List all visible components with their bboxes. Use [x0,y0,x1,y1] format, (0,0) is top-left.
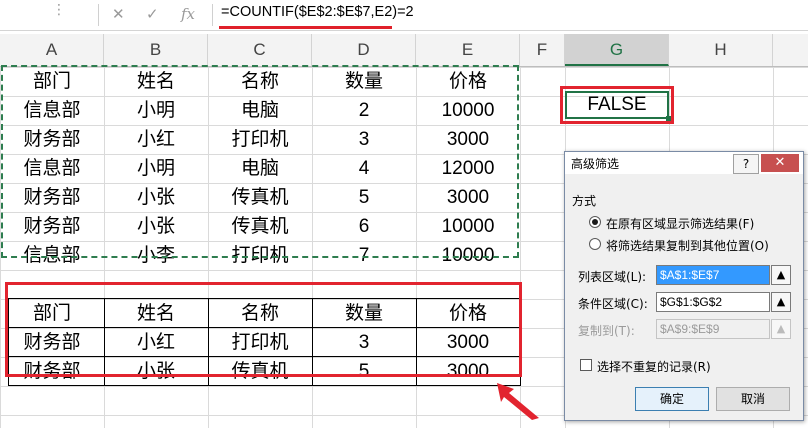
copy-to-collapse-button[interactable]: ▲ [771,319,791,339]
red-arrow-icon [497,383,539,420]
list-range-input[interactable]: $A$1:$E$7 [656,265,770,285]
radio-copy-to-location[interactable] [589,238,601,250]
column-header-b[interactable]: B [104,34,208,66]
result-table-border [8,385,520,386]
column-header-g[interactable]: G [565,34,669,66]
column-headers: A B C D E F G H [0,34,808,67]
filter-result-highlight [5,282,522,377]
formula-bar: ⋮ ✕ ✓ fx =COUNTIF($E$2:$E$7,E2)=2 [0,0,808,31]
dialog-title: 高级筛选 [571,157,620,171]
unique-records-label[interactable]: 选择不重复的记录(R) [597,358,711,375]
close-icon[interactable]: ✕ [761,154,799,172]
column-header-h[interactable]: H [669,34,773,66]
column-header-e[interactable]: E [416,34,520,66]
fill-handle[interactable] [666,116,671,121]
column-header-d[interactable]: D [312,34,416,66]
help-icon[interactable]: ? [733,154,759,174]
dialog-title-bar: 高级筛选 ? ✕ [565,152,803,174]
radio-filter-in-place[interactable] [589,216,601,228]
more-options-icon[interactable]: ⋮ [52,2,66,18]
criteria-cell-g2[interactable]: FALSE [565,91,669,119]
enter-icon[interactable]: ✓ [146,5,159,23]
cancel-icon[interactable]: ✕ [112,5,125,23]
unique-records-checkbox[interactable] [580,359,592,371]
criteria-range-collapse-button[interactable]: ▲ [771,292,791,312]
criteria-range-input[interactable]: $G$1:$G$2 [656,292,770,312]
list-range-marquee [1,65,519,258]
list-range-collapse-button[interactable]: ▲ [771,265,791,285]
ok-button[interactable]: 确定 [635,387,709,411]
radio-filter-in-place-label[interactable]: 在原有区域显示筛选结果(F) [606,215,754,232]
formula-input[interactable]: =COUNTIF($E$2:$E$7,E2)=2 [221,4,414,20]
column-header-a[interactable]: A [0,34,104,66]
column-header-f[interactable]: F [520,34,565,66]
copy-to-label: 复制到(T): [578,324,635,338]
column-header-c[interactable]: C [208,34,312,66]
formula-bar-divider [98,4,99,26]
advanced-filter-dialog: 高级筛选 ? ✕ 方式 在原有区域显示筛选结果(F) 将筛选结果复制到其他位置(… [564,151,804,421]
list-range-label: 列表区域(L): [578,270,647,284]
method-label: 方式 [572,194,597,208]
radio-copy-to-location-label[interactable]: 将筛选结果复制到其他位置(O) [606,237,769,254]
copy-to-input[interactable]: $A$9:$E$9 [656,319,770,339]
formula-highlight-underline [219,26,392,29]
insert-function-icon[interactable]: fx [181,5,195,23]
formula-bar-divider-2 [212,4,213,26]
criteria-range-label: 条件区域(C): [578,297,648,311]
cancel-button[interactable]: 取消 [716,387,790,411]
